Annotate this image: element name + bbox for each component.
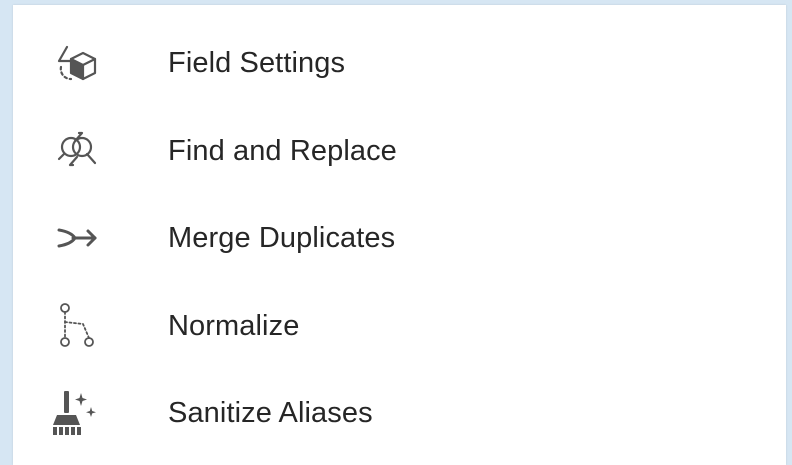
find-replace-icon <box>49 123 105 179</box>
menu-item-label: Merge Duplicates <box>168 221 396 254</box>
menu-item-field-settings[interactable]: Field Settings <box>13 19 786 107</box>
menu-item-label: Field Settings <box>168 46 346 79</box>
merge-arrow-icon <box>49 210 105 266</box>
menu-item-find-and-replace[interactable]: Find and Replace <box>13 107 786 195</box>
menu-item-label: Find and Replace <box>168 134 397 167</box>
menu-item-merge-duplicates[interactable]: Merge Duplicates <box>13 194 786 282</box>
broom-sparkle-icon <box>49 385 105 441</box>
shapes-settings-icon <box>49 35 105 91</box>
menu-item-normalize[interactable]: Normalize <box>13 282 786 370</box>
menu-item-sanitize-aliases[interactable]: Sanitize Aliases <box>13 369 786 457</box>
menu-item-label: Normalize <box>168 309 300 342</box>
menu-item-label: Sanitize Aliases <box>168 396 373 429</box>
context-menu: Field Settings Find and Replace Merge Du… <box>13 5 786 465</box>
normalize-tree-icon <box>49 298 105 354</box>
